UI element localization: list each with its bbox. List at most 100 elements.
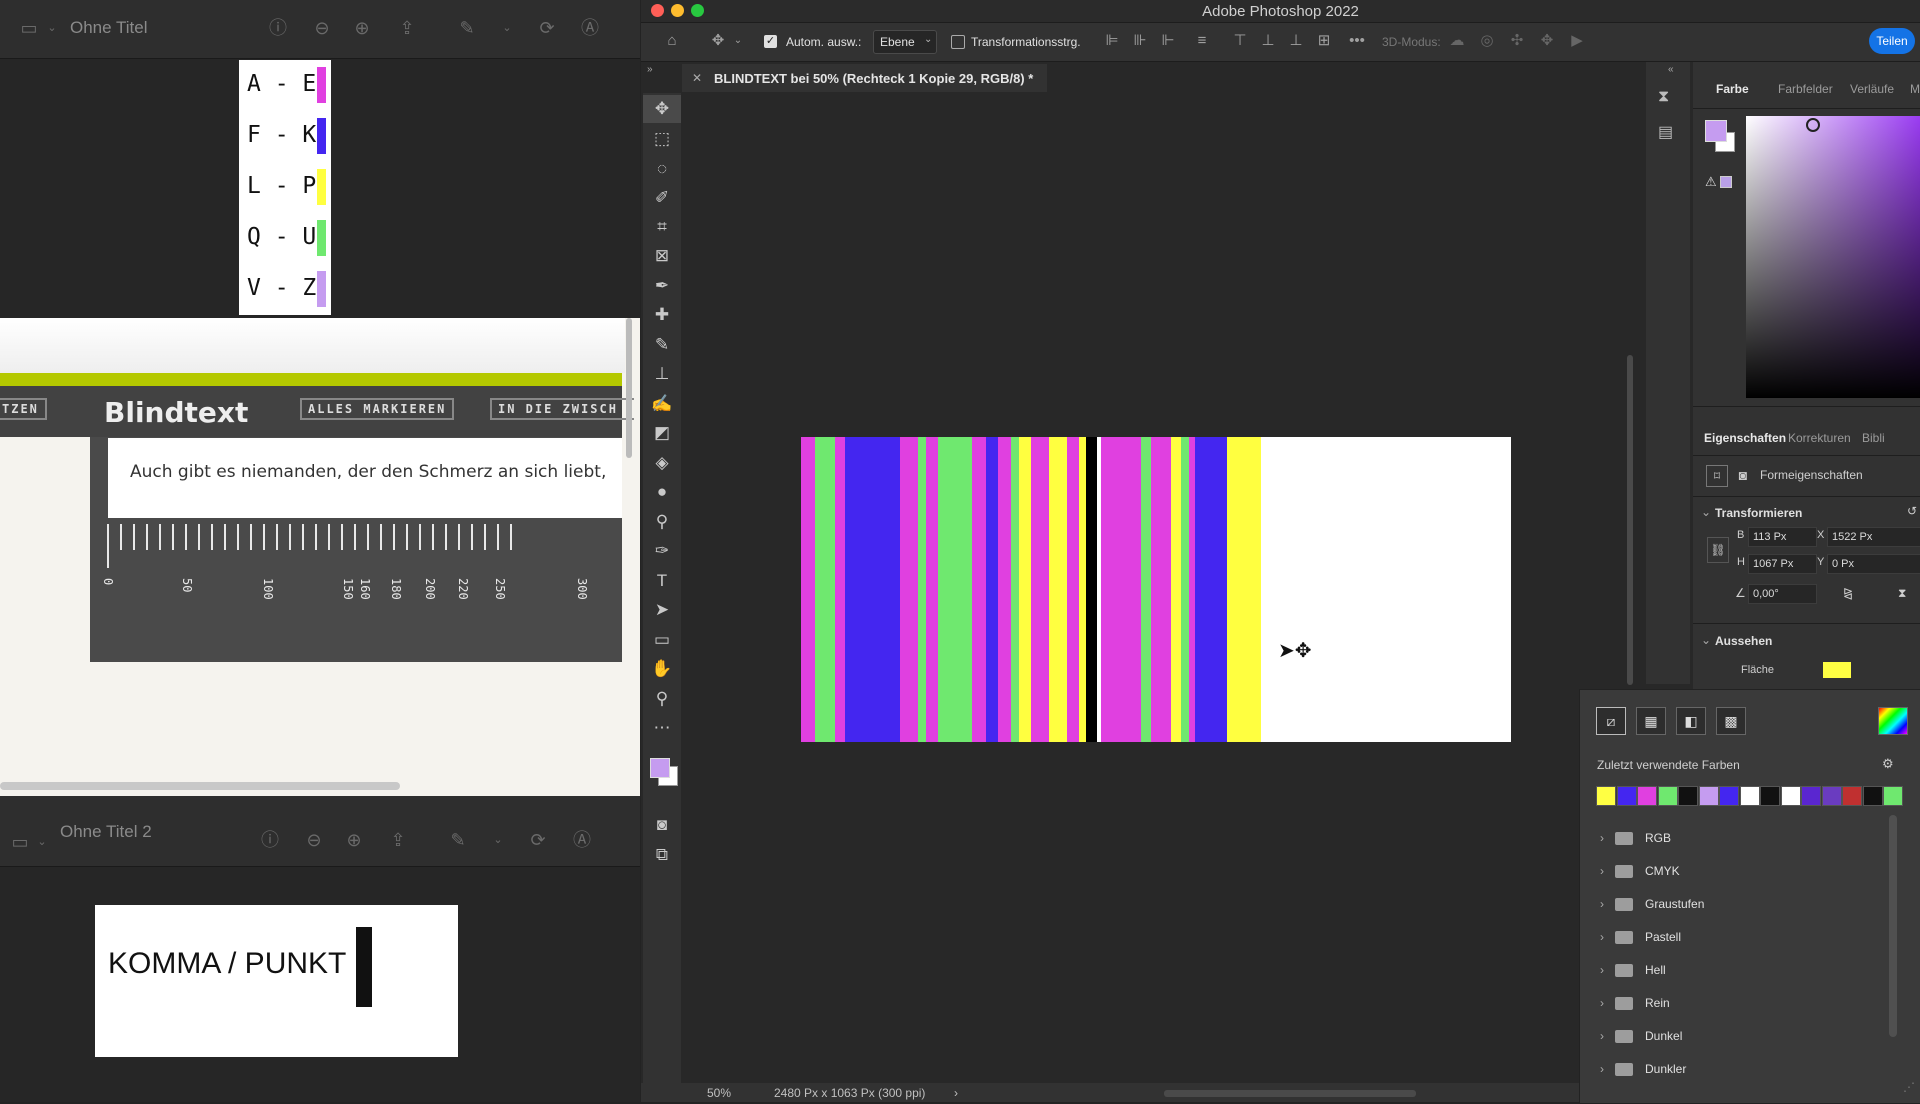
color-stripe[interactable] [998, 437, 1011, 742]
marquee-tool-icon[interactable]: ⬚ [643, 125, 681, 153]
y-field[interactable]: 0 Px [1827, 554, 1920, 574]
color-stripe[interactable] [926, 437, 938, 742]
swatch-group[interactable]: › CMYK [1600, 857, 1890, 887]
recent-color-swatch[interactable] [1821, 786, 1842, 806]
pattern-icon[interactable]: ▩ [1716, 707, 1746, 735]
crop-tool-icon[interactable]: ⌗ [643, 213, 681, 241]
copy-to-clipboard-button[interactable]: IN DIE ZWISCH [490, 398, 634, 420]
recent-color-swatch[interactable] [1596, 786, 1616, 806]
paint-bucket-tool-icon[interactable]: ◈ [643, 449, 681, 477]
zoom-in-icon[interactable]: ⊕ [350, 16, 374, 40]
transform-controls-checkbox[interactable] [951, 35, 965, 49]
screen-mode-icon[interactable]: ⧉ [643, 841, 681, 869]
canvas-vertical-scrollbar[interactable] [1627, 355, 1633, 685]
color-stripe[interactable] [1019, 437, 1031, 742]
mask-icon[interactable]: ◙ [1733, 465, 1753, 485]
out-of-gamut-warning-icon[interactable]: ⚠ [1705, 174, 1717, 190]
chevron-down-icon[interactable]: ⌄ [1701, 505, 1711, 519]
color-stripe[interactable] [1181, 437, 1189, 742]
more-options-icon[interactable]: ••• [1348, 32, 1366, 50]
chevron-down-icon[interactable]: ⌄ [30, 830, 54, 854]
3d-roll-icon[interactable]: ◎ [1478, 32, 1496, 50]
3d-slide-icon[interactable]: ✥ [1538, 32, 1556, 50]
recent-color-swatch[interactable] [1739, 786, 1760, 806]
angle-field[interactable]: 0,00° [1748, 584, 1817, 604]
recent-color-swatch[interactable] [1637, 786, 1657, 806]
align-right-icon[interactable]: ⊩ [1159, 32, 1177, 50]
resize-grip-icon[interactable]: ⋰ [1903, 1080, 1915, 1094]
select-all-button[interactable]: ALLES MARKIEREN [300, 398, 455, 420]
fill-color-swatch[interactable] [1823, 662, 1851, 678]
align-middle-icon[interactable]: ⊥ [1259, 32, 1277, 50]
tab-farbe[interactable]: Farbe [1716, 82, 1749, 96]
home-icon[interactable]: ⌂ [663, 32, 681, 50]
info-icon[interactable]: ⓘ [258, 828, 282, 852]
dodge-tool-icon[interactable]: ⚲ [643, 508, 681, 536]
annotate-icon[interactable]: Ⓐ [570, 828, 594, 852]
path-select-tool-icon[interactable]: ➤ [643, 596, 681, 624]
color-picker-handle[interactable] [1806, 118, 1820, 132]
sidebar-toggle-icon[interactable]: ▭ [8, 830, 32, 854]
stamp-tool-icon[interactable]: ⊥ [643, 360, 681, 388]
zoom-tool-icon[interactable]: ⚲ [643, 685, 681, 713]
zoom-out-icon[interactable]: ⊖ [310, 16, 334, 40]
3d-camera-icon[interactable]: ▶ [1568, 32, 1586, 50]
chevron-down-icon[interactable]: ⌄ [495, 16, 519, 40]
tab-bibliotheken[interactable]: Bibli [1862, 431, 1885, 445]
height-field[interactable]: 1067 Px [1748, 554, 1817, 574]
chevron-right-icon[interactable]: › [1600, 996, 1604, 1010]
markup-pen-icon[interactable]: ✎ [446, 828, 470, 852]
popup-scrollbar[interactable] [1889, 815, 1897, 1037]
tab-verlaeufe[interactable]: Verläufe [1850, 82, 1894, 96]
canvas-horizontal-scrollbar[interactable] [1164, 1090, 1416, 1097]
3d-pan-icon[interactable]: ✣ [1508, 32, 1526, 50]
sidebar-toggle-icon[interactable]: ▭ [17, 16, 41, 40]
align-top-icon[interactable]: ⊤ [1231, 32, 1249, 50]
recent-color-swatch[interactable] [1780, 786, 1801, 806]
collapse-toolbar-icon[interactable]: » [647, 64, 653, 75]
recent-color-swatch[interactable] [1698, 786, 1719, 806]
swatch-group[interactable]: › Graustufen [1600, 890, 1890, 920]
quick-select-tool-icon[interactable]: ✐ [643, 184, 681, 212]
color-stripe[interactable] [1101, 437, 1141, 742]
eraser-tool-icon[interactable]: ◩ [643, 419, 681, 447]
horizontal-scrollbar[interactable] [0, 782, 400, 790]
color-stripe[interactable] [845, 437, 900, 742]
chevron-right-icon[interactable]: › [1600, 1029, 1604, 1043]
reset-transform-icon[interactable]: ↺ [1907, 504, 1917, 518]
comments-panel-icon[interactable]: ▤ [1658, 122, 1673, 142]
color-stripe[interactable] [986, 437, 998, 742]
info-icon[interactable]: ⓘ [266, 16, 290, 40]
left-button[interactable]: TZEN [0, 398, 47, 420]
color-stripe[interactable] [1086, 437, 1097, 742]
document-canvas[interactable] [801, 437, 1511, 742]
color-stripe[interactable] [938, 437, 972, 742]
x-field[interactable]: 1522 Px [1827, 527, 1920, 547]
collapse-panels-icon[interactable]: « [1668, 64, 1674, 75]
chevron-right-icon[interactable]: › [1600, 963, 1604, 977]
align-center-icon[interactable]: ⊪ [1131, 32, 1149, 50]
swatch-group[interactable]: › Pastell [1600, 923, 1890, 953]
distribute-spacing-icon[interactable]: ⊞ [1315, 32, 1333, 50]
recent-color-swatch[interactable] [1678, 786, 1698, 806]
color-picker-field[interactable] [1746, 116, 1920, 398]
move-tool-icon[interactable]: ✥ [643, 95, 681, 123]
color-stripe[interactable] [900, 437, 918, 742]
color-stripe[interactable] [1261, 437, 1511, 742]
tab-farbfelder[interactable]: Farbfelder [1778, 82, 1833, 96]
tab-korrekturen[interactable]: Korrekturen [1788, 431, 1851, 445]
chevron-right-icon[interactable]: › [1600, 1062, 1604, 1076]
recent-color-swatch[interactable] [1657, 786, 1678, 806]
color-stripe[interactable] [835, 437, 845, 742]
recent-color-swatch[interactable] [1842, 786, 1862, 806]
color-stripe[interactable] [1049, 437, 1067, 742]
recent-color-swatch[interactable] [1862, 786, 1883, 806]
healing-brush-tool-icon[interactable]: ✚ [643, 301, 681, 329]
markup-pen-icon[interactable]: ✎ [455, 16, 479, 40]
color-stripe[interactable] [1011, 437, 1019, 742]
recent-color-swatch[interactable] [1883, 786, 1903, 806]
vertical-scrollbar[interactable] [626, 318, 632, 458]
zoom-in-icon[interactable]: ⊕ [342, 828, 366, 852]
recent-color-swatch[interactable] [1801, 786, 1821, 806]
color-stripe[interactable] [801, 437, 815, 742]
